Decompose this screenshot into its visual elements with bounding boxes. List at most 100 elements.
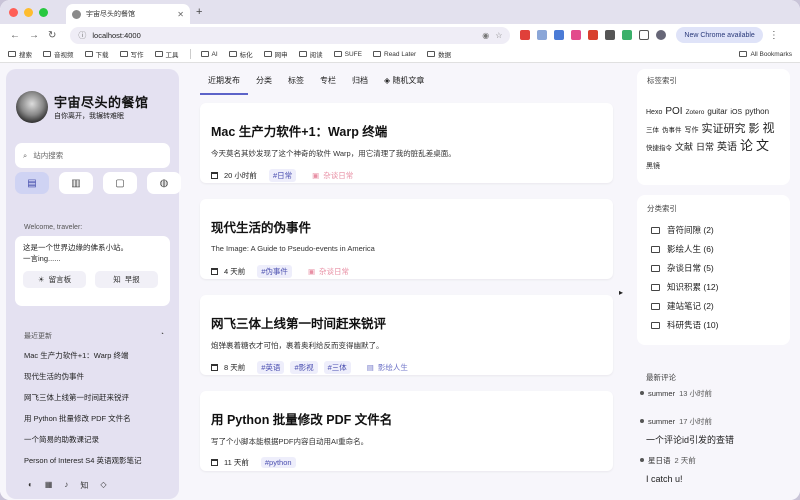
comment-meta[interactable]: summer 17 小时前 <box>640 413 734 429</box>
tag-cloud-item[interactable]: python <box>745 107 769 116</box>
minimize-window-button[interactable] <box>24 7 33 17</box>
bookmark-folder[interactable]: 工具 <box>154 49 179 59</box>
browser-tab[interactable]: 宇宙尽头的餐馆 ✕ <box>66 4 190 24</box>
category-item[interactable]: 影绘人生 (6) <box>651 240 718 259</box>
comment-text[interactable]: 一个评论id引发的查错 <box>640 429 734 452</box>
forward-icon[interactable]: → <box>29 30 39 41</box>
bookmark-star-icon[interactable]: ☆ <box>495 31 502 40</box>
post-tag[interactable]: #python <box>260 457 296 468</box>
post-card[interactable]: 用 Python 批量修改 PDF 文件名 写了个小脚本能根据PDF内容自动用A… <box>200 391 613 471</box>
cube-icon[interactable]: ◇ <box>100 480 106 491</box>
bookmark-folder[interactable]: 搜索 <box>8 49 32 59</box>
reload-icon[interactable]: ↻ <box>48 30 56 41</box>
tag-cloud-item[interactable]: guitar <box>707 107 727 116</box>
back-icon[interactable]: ← <box>10 30 20 41</box>
bookmark-folder[interactable]: 下载 <box>84 49 109 59</box>
site-info-icon[interactable]: ⓘ <box>78 30 86 41</box>
post-card[interactable]: Mac 生产力软件+1：Warp 终端 今天莫名其妙发现了这个神奇的软件 War… <box>200 103 613 183</box>
post-tag[interactable]: #影视 <box>290 361 318 374</box>
tag-cloud-item[interactable]: 三体 <box>646 127 659 134</box>
tag-cloud-item[interactable]: Zotero <box>686 109 705 116</box>
tag-cloud-item[interactable]: 伪事件 <box>662 127 682 134</box>
tag-cloud-item[interactable]: Hexo <box>646 109 662 116</box>
bookmark-folder[interactable]: 数据 <box>427 49 451 59</box>
category-item[interactable]: 音符间隙 (2) <box>651 221 718 240</box>
close-window-button[interactable] <box>9 7 18 17</box>
bookmark-folder[interactable]: SUFE <box>333 51 362 58</box>
document-icon[interactable]: ▤ <box>15 172 49 194</box>
post-title[interactable]: 现代生活的伪事件 <box>211 217 311 236</box>
tab-close-icon[interactable]: ✕ <box>177 10 184 19</box>
extension-icon[interactable] <box>605 30 616 40</box>
new-tab-button[interactable]: + <box>196 6 202 18</box>
post-category[interactable]: ▣ 杂谈日常 <box>308 266 349 277</box>
extension-icon[interactable] <box>571 30 582 40</box>
recent-item[interactable]: 用 Python 批量修改 PDF 文件名 <box>24 408 174 429</box>
comment-text[interactable]: I catch u! <box>640 468 734 491</box>
bookmark-folder[interactable]: 阅读 <box>298 49 323 59</box>
category-item[interactable]: 科研隽语 (10) <box>651 316 718 335</box>
zhihu-icon[interactable]: 知 <box>80 480 88 491</box>
post-tag[interactable]: #日常 <box>268 169 297 182</box>
category-item[interactable]: 杂谈日常 (5) <box>651 259 718 278</box>
tag-cloud-item[interactable]: 影 <box>749 123 760 135</box>
site-name[interactable]: 宇宙尽头的餐馆 <box>54 92 149 111</box>
category-item[interactable]: 知识积累 (12) <box>651 278 718 297</box>
github-icon[interactable]: ◐ <box>28 480 33 491</box>
all-bookmarks[interactable]: All Bookmarks <box>739 51 792 58</box>
tab-categories[interactable]: 分类 <box>248 69 280 95</box>
guestbook-button[interactable]: ☀ 留言板 <box>23 271 86 288</box>
rss-icon[interactable]: ◔ <box>160 331 164 341</box>
book-icon[interactable]: ▥ <box>59 172 93 194</box>
tag-cloud-item[interactable]: 英语 <box>717 142 737 153</box>
extension-icon[interactable] <box>554 30 565 40</box>
comment-meta[interactable]: 星日语 2 天前 <box>640 452 734 468</box>
tag-cloud-item[interactable]: 文献 <box>675 142 693 152</box>
bookmark-folder[interactable]: 写作 <box>119 49 144 59</box>
bilibili-icon[interactable]: ▦ <box>45 480 53 491</box>
extension-icon[interactable] <box>537 30 548 40</box>
avatar[interactable] <box>16 91 48 123</box>
bookmark-folder[interactable]: 音视频 <box>43 49 74 59</box>
tag-cloud-item[interactable]: 日常 <box>696 142 714 152</box>
post-tag[interactable]: #伪事件 <box>257 265 292 278</box>
eye-icon[interactable]: ◉ <box>482 31 489 40</box>
maximize-window-button[interactable] <box>39 7 48 17</box>
tab-columns[interactable]: 专栏 <box>312 69 344 95</box>
bookmark-folder[interactable]: Read Later <box>373 51 416 58</box>
post-category[interactable]: ▤ 影绘人生 <box>367 362 408 373</box>
tag-cloud-item[interactable]: 写作 <box>685 127 699 134</box>
tag-cloud-item[interactable]: 快捷指令 <box>646 145 672 152</box>
category-item[interactable]: 建站笔记 (2) <box>651 297 718 316</box>
tiktok-icon[interactable]: ♪ <box>64 480 68 491</box>
recent-item[interactable]: 现代生活的伪事件 <box>24 366 174 387</box>
profile-avatar[interactable] <box>656 30 667 40</box>
extension-icon[interactable] <box>622 30 633 40</box>
tab-recent[interactable]: 近期发布 <box>200 69 248 95</box>
bookmark-folder[interactable]: 网申 <box>263 49 288 59</box>
tag-cloud-item[interactable]: 实证研究 <box>702 123 746 135</box>
tab-random[interactable]: ◈ 随机文章 <box>376 69 432 95</box>
post-title[interactable]: Mac 生产力软件+1：Warp 终端 <box>211 121 387 140</box>
post-tag[interactable]: #三体 <box>323 361 351 374</box>
recent-item[interactable]: Person of Interest S4 英语观影笔记 <box>24 450 174 471</box>
tab-tags[interactable]: 标签 <box>280 69 312 95</box>
new-chrome-button[interactable]: New Chrome available <box>676 27 763 43</box>
url-field[interactable]: ⓘ localhost:4000 ◉ ☆ <box>70 26 511 44</box>
tag-cloud-item[interactable]: POI <box>665 106 682 117</box>
zhihu-daily-button[interactable]: 知早报 <box>95 271 158 288</box>
tag-cloud-item[interactable]: 视 <box>763 121 775 135</box>
tag-cloud-item[interactable]: 黑镜 <box>646 163 660 170</box>
post-tag[interactable]: #英语 <box>257 361 285 374</box>
post-title[interactable]: 网飞三体上线第一时间赶来锐评 <box>211 313 386 332</box>
recent-item[interactable]: Mac 生产力软件+1：Warp 终端 <box>24 345 174 366</box>
bookmark-folder[interactable]: 标化 <box>228 49 253 59</box>
bookmark-folder[interactable]: AI <box>200 51 218 58</box>
post-card[interactable]: 网飞三体上线第一时间赶来锐评 炮弹裹着糖衣才可怕，裹着奥利给反而变得幽默了。 8… <box>200 295 613 375</box>
extension-icon[interactable] <box>520 30 531 40</box>
post-category[interactable]: ▣ 杂谈日常 <box>312 170 353 181</box>
recent-item[interactable]: 网飞三体上线第一时间赶来锐评 <box>24 387 174 408</box>
tag-cloud-item[interactable]: 文 <box>756 138 769 153</box>
post-title[interactable]: 用 Python 批量修改 PDF 文件名 <box>211 409 392 428</box>
tag-cloud-item[interactable]: iOS <box>730 109 742 116</box>
